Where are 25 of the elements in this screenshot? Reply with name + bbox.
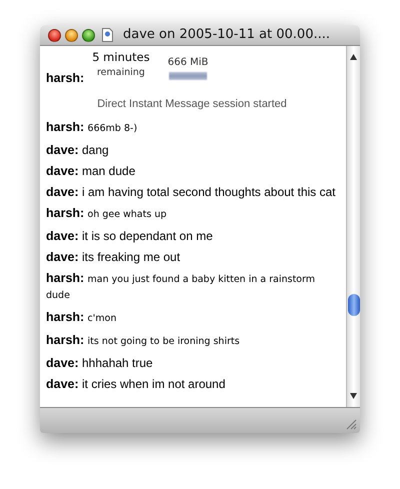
time-remaining: 5 minutes — [92, 48, 150, 66]
chat-message: harsh: its not going to be ironing shirts — [46, 332, 241, 348]
file-size: 666 MiB — [168, 56, 208, 70]
chat-message: harsh: 666mb 8-) — [46, 120, 138, 136]
chat-message: dave: its freaking me out — [46, 250, 182, 264]
chat-message: harsh: oh gee whats up — [46, 206, 168, 222]
scrollbar[interactable] — [346, 46, 360, 407]
window-title: dave on 2005-10-11 at 00.00.... — [123, 26, 330, 44]
chat-message: dave: dang — [46, 142, 110, 156]
zoom-button[interactable] — [82, 28, 95, 42]
scroll-thumb[interactable] — [348, 294, 360, 316]
status-message: Direct Instant Message session started — [96, 97, 288, 112]
chat-message: dave: hhhahah true — [46, 356, 154, 370]
chat-message: harsh: c'mon — [46, 310, 118, 326]
minimize-button[interactable] — [65, 28, 78, 42]
resize-grip-icon[interactable] — [346, 419, 357, 430]
chat-message: dave: man dude — [46, 164, 136, 178]
blurred-text — [169, 72, 207, 80]
chat-message: dave: i am having total second thoughts about this cat — [46, 184, 336, 198]
chat-message: dave: it is so dependant on me — [46, 228, 214, 242]
chat-message: dave: it cries when im not around — [46, 376, 226, 390]
sender-name: harsh: — [46, 70, 84, 88]
remaining-label: remaining — [96, 66, 145, 80]
close-button[interactable] — [48, 28, 61, 42]
document-icon[interactable] — [102, 28, 113, 42]
